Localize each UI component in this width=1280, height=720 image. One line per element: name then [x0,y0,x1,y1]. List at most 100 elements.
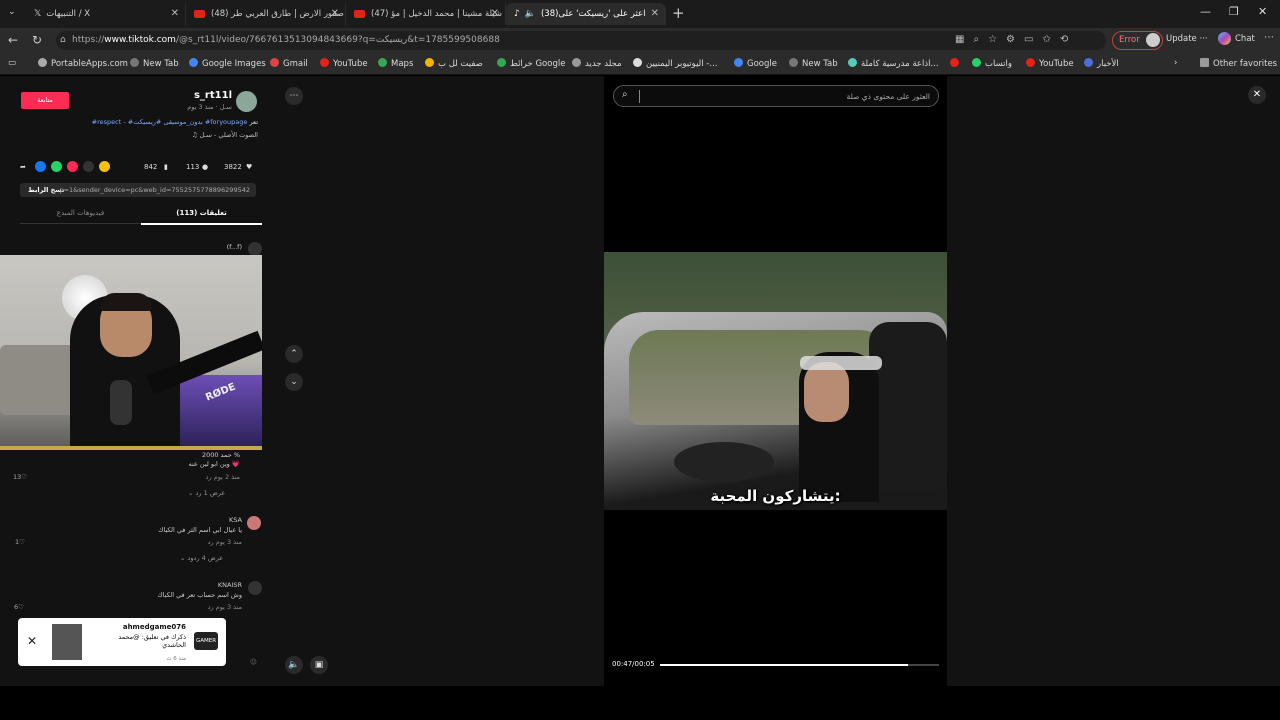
gift-icon[interactable] [99,161,110,172]
url-field[interactable]: ⌂ https://www.tiktok.com/@s_rt11l/video/… [56,31,1106,50]
search-input[interactable]: ⌕ العثور على محتوى ذي صلة [613,85,939,107]
tab-close-icon[interactable]: ✕ [651,3,659,25]
bookmark-folder[interactable]: Other favorites [1200,58,1277,69]
more-icon[interactable]: ⋯ [285,87,303,105]
bookmark-item[interactable]: PortableApps.com [38,58,128,69]
tab-comments[interactable]: (113) تعليقات [141,209,262,225]
bookmark-icon[interactable]: ▮ [164,160,168,174]
embed-icon[interactable] [83,161,94,172]
menu-icon[interactable]: ⋯ [1264,32,1274,43]
comment-like-count[interactable]: 6♡ [14,603,24,611]
comment-like-count[interactable]: 13♡ [13,473,27,481]
back-icon[interactable]: ← [8,33,18,47]
close-icon[interactable]: ✕ [1248,86,1266,104]
youtube-icon [194,9,205,18]
facebook-icon[interactable] [35,161,46,172]
bookmark-item[interactable] [950,58,963,69]
new-tab-icon[interactable]: + [672,4,685,22]
whatsapp-icon[interactable] [51,161,62,172]
author-username[interactable]: s_rt11l [194,90,232,101]
maximize-icon[interactable]: ❐ [1229,5,1239,18]
driver-bandana [800,356,882,370]
bookmark-item[interactable]: YouTube [1026,58,1074,69]
google-icon [189,58,198,67]
comment-author[interactable]: KNAISR [218,581,242,589]
video-timecode: 00:47/00:05 [612,660,655,668]
comment-meta: منذ 3 يوم رد [207,603,242,611]
maps-icon [497,58,506,67]
copilot-chat-button[interactable]: Chat [1218,32,1255,45]
chevron-up-icon[interactable]: ⌃ [285,345,303,363]
bookmark-item[interactable]: New Tab [789,58,838,69]
avatar[interactable] [247,516,261,530]
favorites-icon: ✩ [1042,34,1060,45]
bookmark-item[interactable]: Gmail [270,58,308,69]
bookmark-item[interactable]: Google [734,58,777,69]
folder-icon [1200,58,1209,67]
bookmark-item[interactable]: Google Images [189,58,266,69]
comment-author[interactable]: KSA [229,516,242,524]
search-icon[interactable]: ⌕ [622,89,628,100]
comment-icon[interactable]: ● [202,160,208,174]
volume-icon[interactable]: 🔈 [285,656,303,674]
heart-icon[interactable]: ♥ [246,160,252,174]
video-progress-bar[interactable] [660,664,939,666]
view-replies-button[interactable]: ⌄ عرض 1 رد [188,489,225,497]
share-link-box: نسخ الرابط ...p=1&sender_device=pc&web_i… [20,183,256,197]
post-sound[interactable]: ♫ الصوت الأصلي - سـل [192,131,258,139]
microphone [110,380,132,425]
comment-like-count[interactable]: 1♡ [15,538,25,546]
tab-tiktok[interactable]: ♪ 🔈 (38)اعثر على 'ريسيكت' على ✕ [506,3,666,25]
site-info-icon[interactable]: ⌂ [60,31,66,50]
update-button[interactable]: Update ··· [1166,34,1208,44]
minimize-icon[interactable]: — [1200,5,1211,18]
tab-x-notifications[interactable]: 𝕏 التنبيهات / X ✕ [26,3,186,25]
bookmark-item[interactable]: الأخبار [1084,58,1119,69]
tab-creator-videos[interactable]: فيديوهات المبدع [20,209,141,217]
close-icon[interactable]: ✕ [27,634,37,648]
comment-author[interactable]: (f...f) [227,243,242,251]
bookmark-item[interactable]: YouTube [320,58,368,69]
avatar[interactable] [236,91,257,112]
maps-icon [378,58,387,67]
tab-youtube-1[interactable]: (48) صقور الارض | طارق العربي طر ✕ [186,3,346,25]
share-tiktok-icon[interactable] [67,161,78,172]
close-window-icon[interactable]: ✕ [1258,5,1267,18]
tab-close-icon[interactable]: ✕ [171,3,179,25]
bookmark-item[interactable]: اذاعة مدرسية كاملة... [848,58,939,69]
tab-youtube-2[interactable]: (47) شيلة مشينا | محمد الدخيل | مؤ ✕ [346,3,506,25]
streamer-hair [100,293,152,311]
bookmark-item[interactable]: صفيت لل ب [425,58,483,69]
share-icon[interactable]: ➦ [20,160,26,174]
refresh-icon[interactable]: ↻ [32,33,42,47]
tab-close-icon[interactable]: ✕ [491,3,499,25]
action-bar: ➦ 842 ▮ 113 ● 3822 ♥ [20,160,260,174]
history-icon: ⟲ [1059,34,1078,45]
bookmarks-more-icon[interactable]: › [1174,58,1177,68]
follow-button[interactable]: متابعة [21,92,69,109]
miniplayer-icon[interactable]: ▣ [310,656,328,674]
bookmark-item[interactable]: مجلد جديد [572,58,622,69]
bookmark-item[interactable]: خرائط Google [497,58,565,69]
tab-close-icon[interactable]: ✕ [331,3,339,25]
bookmark-item[interactable]: واتساب [972,58,1012,69]
video-player[interactable]: ⌕ العثور على محتوى ذي صلة يتشاركون المحب… [604,76,947,686]
avatar[interactable] [248,242,262,256]
chevron-down-icon[interactable]: ⌄ [285,373,303,391]
avatar[interactable] [248,581,262,595]
emoji-icon[interactable]: ☺ [250,658,257,666]
address-icons[interactable]: ▦⌕☆⚙▭✩⟲ [955,34,1077,45]
share-link-text: ...p=1&sender_device=pc&web_id=755257577… [53,186,250,194]
comment-meta: منذ 2 يوم رد [205,473,240,481]
bookmark-reading-icon[interactable]: ▭ [8,58,16,68]
view-replies-button[interactable]: ⌄ عرض 4 ردود [180,554,223,562]
bookmark-item[interactable]: اليوتيوبر اليمنيين -... [633,58,717,69]
notification-toast[interactable]: ✕ ahmedgame076 ذكرك في تعليق: @محمد الحا… [18,618,226,666]
bookmark-item[interactable]: New Tab [130,58,179,69]
bookmark-item[interactable]: Maps [378,58,413,69]
profile-error-button[interactable]: Error [1112,31,1163,50]
speaker-icon[interactable]: 🔈 [525,3,536,25]
comment-author[interactable]: حمد 2000 % [202,451,240,459]
tab-actions-chevron-icon[interactable]: ⌄ [8,7,16,17]
tiktok-icon: ♪ [514,9,520,19]
